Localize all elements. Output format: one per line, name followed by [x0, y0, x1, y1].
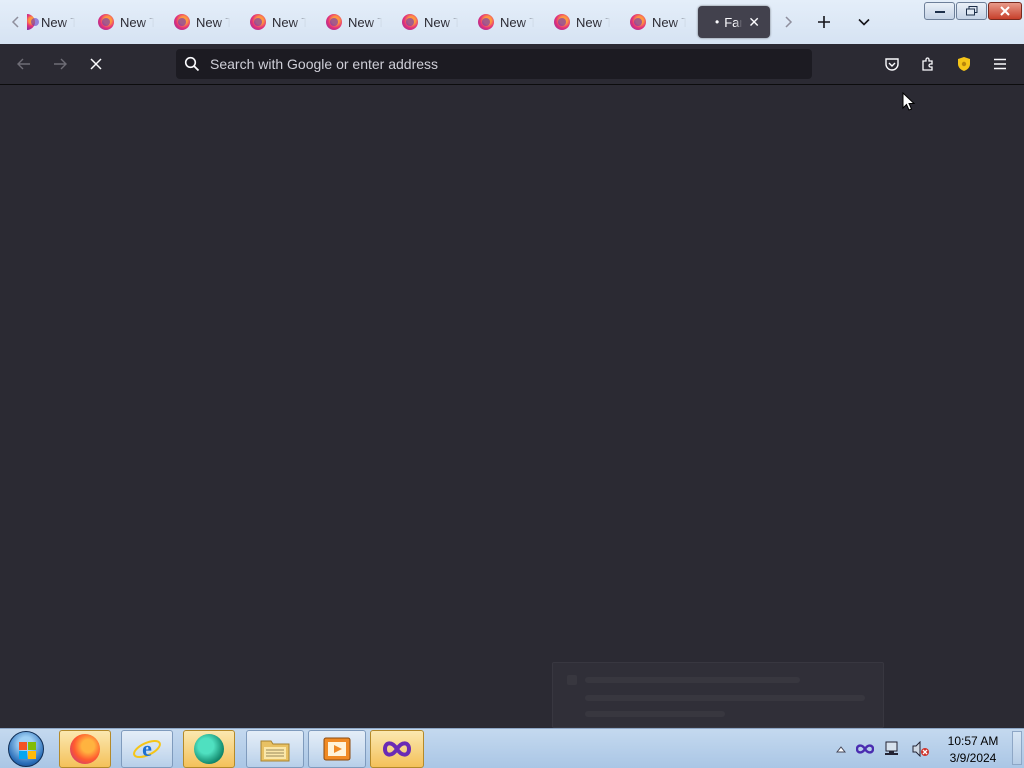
tab-item[interactable]: New Tab: [623, 6, 697, 38]
system-tray: [836, 737, 930, 761]
tab-strip: New Tab New Tab New Tab New Tab New Tab …: [0, 0, 1024, 44]
taskbar-app[interactable]: [183, 730, 235, 768]
tab-title: New Tab: [41, 14, 75, 30]
notification-line: [585, 677, 800, 683]
tab-title: New Tab: [652, 14, 686, 30]
tab-loading-indicator: •: [715, 15, 720, 29]
chevron-right-icon: [785, 16, 793, 28]
restore-icon: [965, 6, 977, 16]
firefox-icon: [250, 14, 266, 30]
taskbar-firefox[interactable]: [59, 730, 111, 768]
url-input[interactable]: [210, 56, 812, 72]
taskbar: e 10:57 AM 3/9/2024: [0, 728, 1024, 768]
pocket-icon: [885, 58, 899, 71]
tab-item[interactable]: New Tab: [471, 6, 545, 38]
minimize-icon: [934, 11, 945, 13]
notification-placeholder: [552, 662, 884, 728]
show-desktop-button[interactable]: [1012, 731, 1022, 765]
chevron-down-icon: [858, 18, 870, 26]
notification-line: [585, 695, 865, 701]
page-content[interactable]: [0, 86, 1024, 728]
tab-active[interactable]: • Fan ✕: [698, 6, 770, 38]
minimize-button[interactable]: [924, 2, 955, 20]
start-button[interactable]: [6, 730, 46, 768]
firefox-icon: [27, 14, 39, 30]
network-icon[interactable]: [884, 741, 902, 757]
taskbar-file-explorer[interactable]: [246, 730, 304, 768]
tab-title: New Tab: [120, 14, 154, 30]
arrow-left-icon: [17, 58, 30, 70]
tab-item[interactable]: New Tab: [547, 6, 621, 38]
list-all-tabs-button[interactable]: [851, 9, 877, 35]
puzzle-icon: [922, 57, 933, 71]
extensions-button[interactable]: [914, 50, 942, 78]
tabs-scroll-right-button[interactable]: [777, 8, 799, 36]
hamburger-menu-icon: [994, 58, 1006, 70]
back-button[interactable]: [10, 50, 38, 78]
svg-text:e: e: [142, 736, 152, 761]
volume-muted-icon[interactable]: [912, 741, 930, 757]
folder-icon: [260, 740, 290, 762]
address-bar[interactable]: [176, 49, 812, 79]
tab-title: New Tab: [424, 14, 458, 30]
pocket-button[interactable]: [878, 50, 906, 78]
firefox-icon: [326, 14, 342, 30]
firefox-icon: [554, 14, 570, 30]
internet-explorer-icon: e: [133, 736, 161, 761]
tab-title: New Tab: [272, 14, 306, 30]
stop-icon: [90, 58, 102, 70]
tab-item[interactable]: New Tab: [319, 6, 393, 38]
arrow-right-icon: [54, 58, 67, 70]
tab-title: Fan: [724, 14, 742, 30]
vpn-shield-button[interactable]: [950, 50, 978, 78]
firefox-icon: [630, 14, 646, 30]
tab-title: New Tab: [196, 14, 230, 30]
firefox-icon: [98, 14, 114, 30]
mouse-cursor-icon: [902, 92, 916, 111]
tab-title: New Tab: [500, 14, 534, 30]
app-icon: [194, 734, 224, 764]
forward-button[interactable]: [46, 50, 74, 78]
taskbar-visual-studio[interactable]: [370, 730, 424, 768]
new-tab-button[interactable]: [811, 9, 837, 35]
window-controls: [924, 2, 1022, 20]
windows-logo-icon: [8, 731, 44, 767]
clock-date: 3/9/2024: [949, 751, 997, 765]
search-icon: [184, 56, 200, 72]
tab-item[interactable]: New Tab: [167, 6, 241, 38]
close-window-button[interactable]: [988, 2, 1022, 20]
clock-time: 10:57 AM: [947, 734, 999, 748]
firefox-icon: [478, 14, 494, 30]
taskbar-media-player[interactable]: [308, 730, 366, 768]
infinity-icon: [382, 741, 412, 757]
firefox-icon: [70, 734, 100, 764]
app-tray-icon[interactable]: [856, 742, 874, 756]
notification-line: [585, 711, 725, 717]
tab-item[interactable]: New Tab: [243, 6, 317, 38]
shield-icon: [958, 57, 970, 71]
close-tab-icon[interactable]: ✕: [748, 14, 760, 31]
tab-item[interactable]: New Tab: [91, 6, 165, 38]
firefox-icon: [402, 14, 418, 30]
tab-item[interactable]: New Tab: [395, 6, 469, 38]
tab-title: New Tab: [348, 14, 382, 30]
firefox-icon: [174, 14, 190, 30]
stop-button[interactable]: [82, 50, 110, 78]
clock[interactable]: 10:57 AM 3/9/2024: [940, 733, 1006, 767]
tab-item[interactable]: New Tab: [20, 6, 94, 38]
show-hidden-icons-icon[interactable]: [836, 745, 846, 753]
close-icon: [1000, 6, 1010, 16]
plus-icon: [818, 16, 830, 28]
notification-icon: [567, 675, 577, 685]
restore-button[interactable]: [956, 2, 987, 20]
menu-button[interactable]: [986, 50, 1014, 78]
taskbar-internet-explorer[interactable]: e: [121, 730, 173, 768]
media-player-icon: [323, 737, 351, 761]
tab-title: New Tab: [576, 14, 610, 30]
navigation-toolbar: [0, 44, 1024, 85]
